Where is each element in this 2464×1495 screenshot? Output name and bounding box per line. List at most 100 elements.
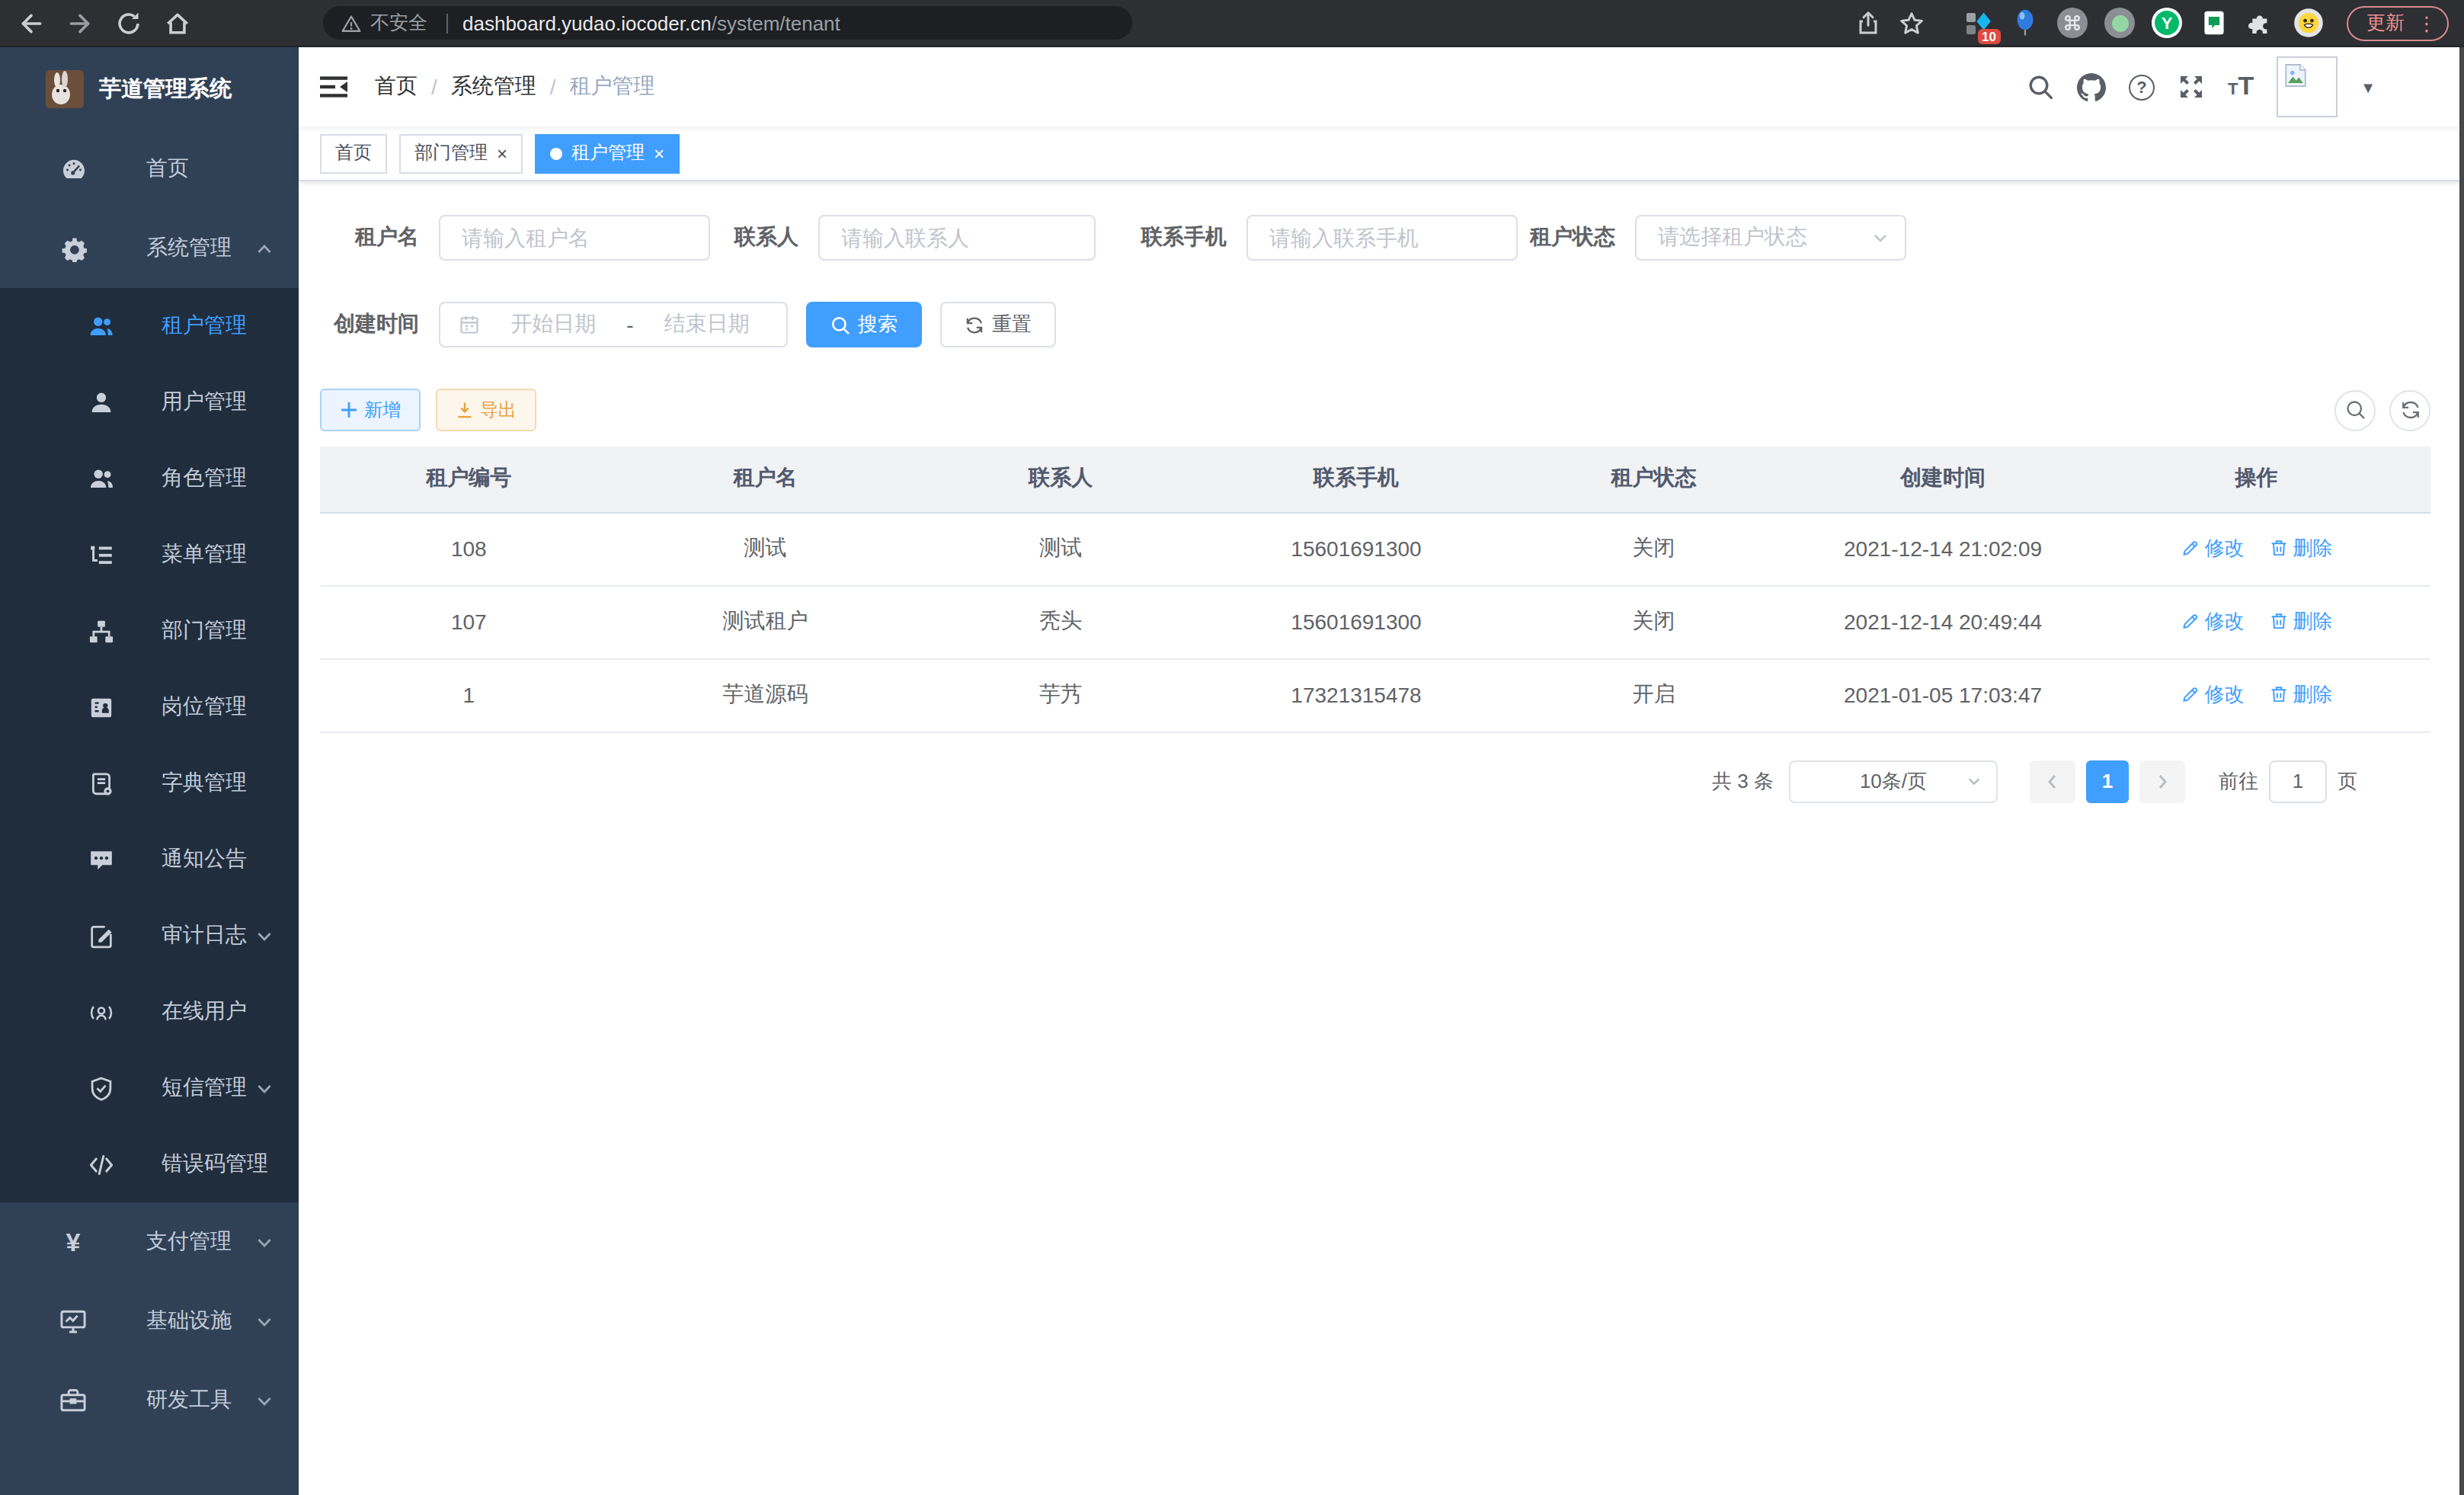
close-tab-icon[interactable]: ×: [654, 142, 664, 164]
tab-租户管理[interactable]: 租户管理×: [535, 133, 680, 173]
browser-home-button[interactable]: [158, 5, 195, 41]
sidebar-item-home[interactable]: 首页: [0, 130, 299, 209]
avatar[interactable]: [2277, 56, 2338, 117]
next-page-button[interactable]: [2139, 760, 2185, 802]
sidebar-item-online[interactable]: 在线用户: [0, 974, 299, 1050]
edit-row-button[interactable]: 修改: [2180, 535, 2244, 562]
create-time-range-picker[interactable]: 开始日期 - 结束日期: [439, 302, 788, 347]
font-size-icon[interactable]: TT: [2228, 72, 2254, 102]
browser-reload-button[interactable]: [110, 5, 146, 41]
close-tab-icon[interactable]: ×: [497, 142, 507, 164]
puzzle-extension-icon[interactable]: [2242, 3, 2281, 43]
cell-created: 2021-12-14 20:49:44: [1803, 585, 2082, 658]
github-icon[interactable]: [2077, 72, 2106, 101]
browser-menu-icon[interactable]: ⋮: [2417, 11, 2437, 34]
edit-row-button[interactable]: 修改: [2180, 608, 2244, 635]
sidebar-item-errcode[interactable]: 错误码管理: [0, 1126, 299, 1202]
phone-label: 联系手机: [1096, 224, 1246, 251]
share-icon[interactable]: [1850, 5, 1886, 41]
sidebar-item-menu[interactable]: 菜单管理: [0, 517, 299, 593]
end-date-placeholder[interactable]: 结束日期: [643, 311, 771, 338]
show-search-toggle-button[interactable]: [2334, 389, 2376, 431]
search-button[interactable]: 搜索: [806, 302, 922, 347]
hangouts-extension-icon[interactable]: [2194, 3, 2234, 43]
sidebar-item-post[interactable]: 岗位管理: [0, 669, 299, 745]
browser-update-button[interactable]: 更新 ⋮: [2347, 5, 2449, 40]
pagination: 共 3 条 10条/页 1 前往 1 页: [320, 760, 2430, 802]
cell-actions: 修改删除: [2082, 585, 2430, 658]
contact-input[interactable]: [818, 215, 1096, 261]
sidebar-item-dict[interactable]: 字典管理: [0, 745, 299, 821]
balloon-extension-icon[interactable]: [2005, 3, 2045, 43]
breadcrumb-system[interactable]: 系统管理: [451, 73, 536, 101]
sidebar-item-label: 研发工具: [146, 1387, 232, 1414]
delete-row-button[interactable]: 删除: [2268, 535, 2332, 562]
browser-forward-button[interactable]: [61, 5, 98, 41]
address-bar[interactable]: 不安全 dashboard.yudao.iocoder.cn/system/te…: [323, 6, 1132, 40]
bookmark-star-icon[interactable]: [1893, 5, 1929, 41]
phone-input[interactable]: [1246, 215, 1518, 261]
breadcrumb-current: 租户管理: [570, 73, 655, 101]
sidebar-item-devtools[interactable]: 研发工具: [0, 1361, 299, 1440]
sidebar-item-dept[interactable]: 部门管理: [0, 593, 299, 669]
cell-status: 关闭: [1504, 585, 1803, 658]
app-logo[interactable]: 芋道管理系统: [0, 47, 299, 130]
page-size-select[interactable]: 10条/页: [1789, 760, 1998, 802]
help-icon[interactable]: ?: [2129, 74, 2155, 100]
delete-row-button[interactable]: 删除: [2268, 681, 2332, 709]
sidebar-item-label: 系统管理: [146, 235, 232, 262]
edit-label: 修改: [2204, 608, 2244, 635]
header-search-icon[interactable]: [2027, 73, 2054, 101]
security-label[interactable]: 不安全: [370, 10, 427, 36]
cell-status: 关闭: [1504, 512, 1803, 585]
tab-首页[interactable]: 首页: [320, 133, 387, 173]
table-column-header: 联系人: [913, 447, 1208, 512]
chevron-down-icon: [254, 1311, 274, 1331]
browser-chrome: 不安全 dashboard.yudao.iocoder.cn/system/te…: [0, 0, 2464, 47]
sidebar-item-notice[interactable]: 通知公告: [0, 821, 299, 898]
sidebar-menu: 首页系统管理租户管理用户管理角色管理菜单管理部门管理岗位管理字典管理通知公告审计…: [0, 130, 299, 1440]
recorder-extension-icon[interactable]: [2100, 3, 2139, 43]
export-button[interactable]: 导出: [436, 389, 536, 431]
calendar-icon: [459, 314, 480, 335]
emoji-extension-icon[interactable]: [2289, 3, 2328, 43]
reset-button[interactable]: 重置: [940, 302, 1056, 347]
sidebar-item-role[interactable]: 角色管理: [0, 440, 299, 517]
delete-row-button[interactable]: 删除: [2268, 608, 2332, 635]
page-content: 租户名 联系人 联系手机 租户状态 请选择租户状态 创建时间: [299, 181, 2464, 1495]
edit-row-button[interactable]: 修改: [2180, 681, 2244, 709]
chevron-down-icon: [254, 1232, 274, 1252]
tab-部门管理[interactable]: 部门管理×: [399, 133, 523, 173]
goto-page-input[interactable]: 1: [2269, 760, 2327, 802]
chevron-up-icon: [254, 238, 274, 258]
workspaces-extension-icon[interactable]: 10: [1958, 3, 1998, 43]
url-path: /system/tenant: [712, 11, 840, 34]
fullscreen-icon[interactable]: [2178, 73, 2205, 101]
sidebar-item-infra[interactable]: 基础设施: [0, 1282, 299, 1361]
yuque-extension-icon[interactable]: Y: [2147, 3, 2187, 43]
avatar-caret-icon[interactable]: ▼: [2360, 78, 2376, 95]
sidebar-item-system[interactable]: 系统管理: [0, 209, 299, 288]
command-extension-icon[interactable]: [2053, 3, 2092, 43]
browser-back-button[interactable]: [12, 5, 49, 41]
edit-label: 修改: [2204, 535, 2244, 562]
start-date-placeholder[interactable]: 开始日期: [489, 311, 617, 338]
sidebar-item-sms[interactable]: 短信管理: [0, 1050, 299, 1126]
current-page-button[interactable]: 1: [2086, 760, 2129, 802]
tenant-name-input[interactable]: [439, 215, 710, 261]
sidebar-item-auditlog[interactable]: 审计日志: [0, 898, 299, 974]
prev-page-button[interactable]: [2030, 760, 2075, 802]
add-button[interactable]: 新增: [320, 389, 421, 431]
extensions-bar: 10 Y: [1950, 3, 2328, 43]
table-column-header: 租户状态: [1504, 447, 1803, 512]
status-select[interactable]: 请选择租户状态: [1635, 215, 1906, 261]
sidebar-item-user[interactable]: 用户管理: [0, 364, 299, 440]
sidebar-item-label: 短信管理: [162, 1074, 247, 1102]
refresh-table-button[interactable]: [2389, 389, 2430, 431]
sidebar-item-pay[interactable]: ¥支付管理: [0, 1202, 299, 1282]
tenant-table: 租户编号租户名联系人联系手机租户状态创建时间操作 108测试测试15601691…: [320, 447, 2430, 732]
table-column-header: 创建时间: [1803, 447, 2082, 512]
sidebar-collapse-icon[interactable]: [317, 70, 350, 104]
breadcrumb-home[interactable]: 首页: [375, 73, 418, 101]
sidebar-item-tenant[interactable]: 租户管理: [0, 288, 299, 364]
